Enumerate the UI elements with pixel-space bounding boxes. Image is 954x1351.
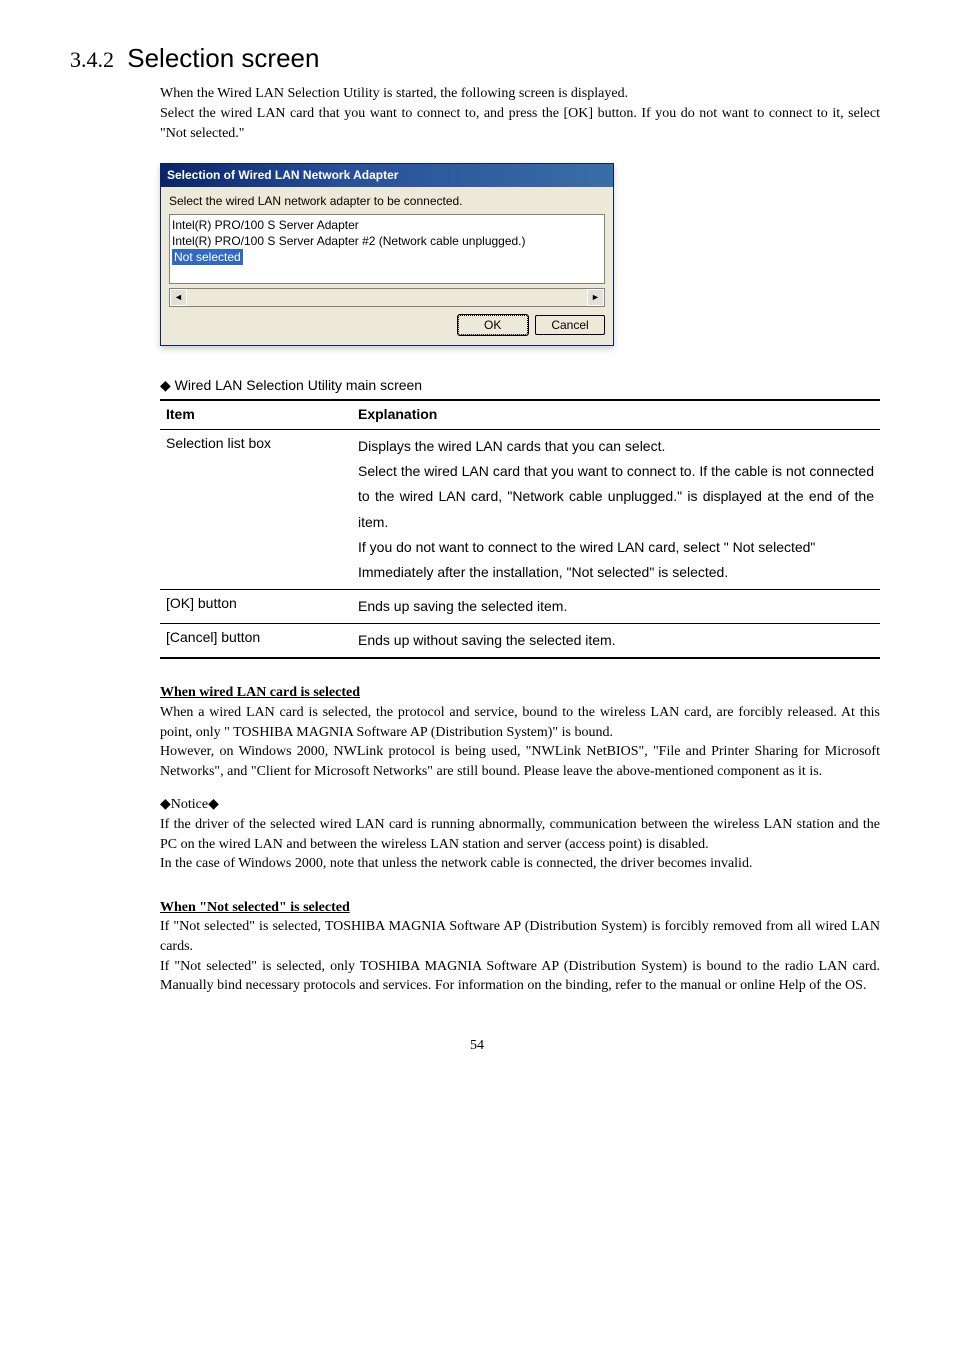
sec1-para1: When a wired LAN card is selected, the p… xyxy=(160,703,880,742)
sec2-para2: If "Not selected" is selected, only TOSH… xyxy=(160,957,880,996)
subheading-wired-selected: When wired LAN card is selected xyxy=(160,683,880,703)
sec2-para1: If "Not selected" is selected, TOSHIBA M… xyxy=(160,917,880,956)
spec-table: Item Explanation Selection list box Disp… xyxy=(160,399,880,659)
heading-title: Selection screen xyxy=(127,43,319,73)
subheading-not-selected: When "Not selected" is selected xyxy=(160,898,880,918)
scroll-right-icon[interactable]: ► xyxy=(587,289,604,306)
cell-explanation: Displays the wired LAN cards that you ca… xyxy=(352,429,880,589)
adapter-listbox[interactable]: Intel(R) PRO/100 S Server Adapter Intel(… xyxy=(169,214,605,284)
list-item[interactable]: Intel(R) PRO/100 S Server Adapter xyxy=(172,217,602,233)
table-row: [OK] button Ends up saving the selected … xyxy=(160,590,880,624)
notice-para1: If the driver of the selected wired LAN … xyxy=(160,815,880,854)
notice-para2: In the case of Windows 2000, note that u… xyxy=(160,854,880,874)
col-header-explanation: Explanation xyxy=(352,400,880,429)
intro-para-1: When the Wired LAN Selection Utility is … xyxy=(160,84,880,104)
cell-item: Selection list box xyxy=(160,429,352,589)
cancel-button[interactable]: Cancel xyxy=(535,315,605,335)
table-caption: ◆ Wired LAN Selection Utility main scree… xyxy=(160,376,880,396)
sec1-para2: However, on Windows 2000, NWLink protoco… xyxy=(160,742,880,781)
cell-item: [OK] button xyxy=(160,590,352,624)
col-header-item: Item xyxy=(160,400,352,429)
diamond-icon: ◆ xyxy=(160,377,171,393)
notice-label: ◆Notice◆ xyxy=(160,795,880,815)
table-row: [Cancel] button Ends up without saving t… xyxy=(160,624,880,659)
dialog-titlebar: Selection of Wired LAN Network Adapter xyxy=(161,164,613,187)
list-item-selected[interactable]: Not selected xyxy=(172,249,602,265)
section-heading: 3.4.2 Selection screen xyxy=(70,40,884,76)
table-row: Selection list box Displays the wired LA… xyxy=(160,429,880,589)
heading-number: 3.4.2 xyxy=(70,47,114,72)
intro-para-2: Select the wired LAN card that you want … xyxy=(160,104,880,143)
dialog-instruction: Select the wired LAN network adapter to … xyxy=(169,193,605,210)
scroll-left-icon[interactable]: ◄ xyxy=(170,289,187,306)
cell-explanation: Ends up without saving the selected item… xyxy=(352,624,880,659)
dialog-window: Selection of Wired LAN Network Adapter S… xyxy=(160,163,614,346)
list-item[interactable]: Intel(R) PRO/100 S Server Adapter #2 (Ne… xyxy=(172,233,602,249)
horizontal-scrollbar[interactable]: ◄ ► xyxy=(169,288,605,307)
ok-button[interactable]: OK xyxy=(458,315,528,335)
cell-item: [Cancel] button xyxy=(160,624,352,659)
page-number: 54 xyxy=(70,1036,884,1056)
cell-explanation: Ends up saving the selected item. xyxy=(352,590,880,624)
